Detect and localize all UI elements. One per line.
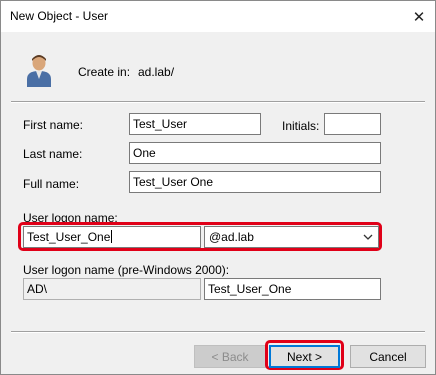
initials-label: Initials: <box>282 119 320 133</box>
first-name-field[interactable]: Test_User <box>129 113 261 135</box>
next-button[interactable]: Next > <box>269 345 340 368</box>
pre2000-domain-field: AD\ <box>23 278 201 300</box>
domain-suffix-value: @ad.lab <box>209 230 254 244</box>
close-icon[interactable]: ✕ <box>409 7 429 27</box>
window-title: New Object - User <box>10 9 109 23</box>
last-name-field[interactable]: One <box>129 142 381 164</box>
text-cursor <box>111 230 113 243</box>
create-in-label: Create in: <box>78 65 131 79</box>
bottom-separator <box>11 331 425 333</box>
pre2000-name-field[interactable]: Test_User_One <box>204 278 381 300</box>
full-name-label: Full name: <box>23 177 80 191</box>
user-avatar-icon <box>27 55 51 87</box>
domain-suffix-select[interactable]: @ad.lab <box>204 226 379 248</box>
back-button[interactable]: < Back <box>194 345 266 368</box>
cancel-button[interactable]: Cancel <box>350 345 426 368</box>
title-bar: New Object - User ✕ <box>1 1 435 32</box>
logon-name-value: Test_User_One <box>27 230 111 244</box>
chevron-down-icon[interactable] <box>362 231 374 243</box>
new-user-dialog: New Object - User ✕ Create in: ad.lab/ F… <box>0 0 436 375</box>
pre2000-label: User logon name (pre-Windows 2000): <box>23 263 230 277</box>
create-in-value: ad.lab/ <box>138 65 175 79</box>
logon-name-field[interactable]: Test_User_One <box>23 226 201 248</box>
top-separator <box>11 101 425 103</box>
last-name-label: Last name: <box>23 147 83 161</box>
initials-field[interactable] <box>324 113 381 135</box>
first-name-label: First name: <box>23 118 84 132</box>
full-name-field[interactable]: Test_User One <box>129 171 381 193</box>
